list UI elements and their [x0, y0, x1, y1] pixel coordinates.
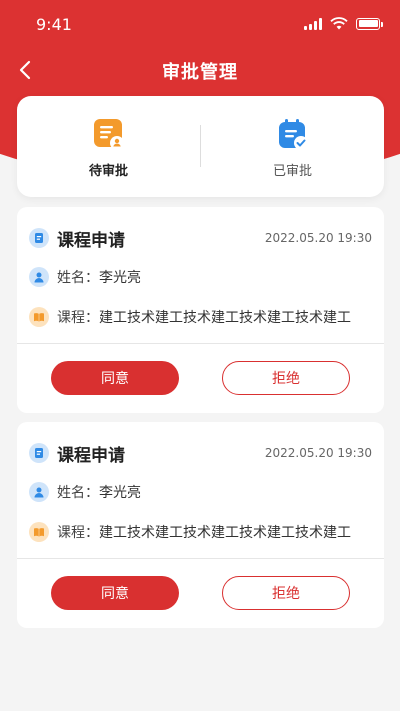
applicant-name: 李光亮 — [99, 270, 141, 286]
tab-pending-label: 待审批 — [88, 164, 128, 179]
application-datetime: 2022.05.20 19:30 — [264, 446, 372, 460]
applicant-field: 姓名：李光亮 — [57, 482, 141, 502]
wifi-icon — [330, 17, 348, 30]
course-name: 建工技术建工技术建工技术建工技术建工 — [99, 310, 351, 326]
tab-approved[interactable]: 已审批 — [201, 96, 384, 197]
course-label: 课程： — [57, 525, 99, 541]
card-header: 课程申请 2022.05.20 19:30 — [29, 227, 372, 251]
nav-bar: 审批管理 — [0, 48, 400, 92]
applicant-row: 姓名：李光亮 — [29, 266, 372, 288]
applicant-name: 李光亮 — [99, 485, 141, 501]
status-bar: 9:41 — [0, 0, 400, 48]
applicant-row: 姓名：李光亮 — [29, 481, 372, 503]
document-icon — [29, 443, 49, 463]
agree-button[interactable]: 同意 — [51, 576, 179, 610]
card-divider — [17, 558, 384, 559]
approved-icon — [278, 119, 308, 150]
application-title: 课程申请 — [57, 230, 125, 251]
application-card: 课程申请 2022.05.20 19:30 姓名：李光亮 课程：建工技术建工技术… — [17, 207, 384, 413]
course-row: 课程：建工技术建工技术建工技术建工技术建工 — [29, 521, 372, 543]
course-label: 课程： — [57, 310, 99, 326]
application-card: 课程申请 2022.05.20 19:30 姓名：李光亮 课程：建工技术建工技术… — [17, 422, 384, 628]
applicant-field: 姓名：李光亮 — [57, 267, 141, 287]
name-label: 姓名： — [57, 270, 99, 286]
application-title: 课程申请 — [57, 445, 125, 466]
user-icon — [29, 267, 49, 287]
agree-button[interactable]: 同意 — [51, 361, 179, 395]
tab-approved-label: 已审批 — [272, 164, 312, 179]
course-row: 课程：建工技术建工技术建工技术建工技术建工 — [29, 306, 372, 328]
book-icon — [29, 522, 49, 542]
pending-approval-icon — [93, 119, 124, 150]
name-label: 姓名： — [57, 485, 99, 501]
battery-icon — [356, 17, 383, 30]
reject-button[interactable]: 拒绝 — [222, 576, 350, 610]
course-name: 建工技术建工技术建工技术建工技术建工 — [99, 525, 351, 541]
reject-button[interactable]: 拒绝 — [222, 361, 350, 395]
card-header: 课程申请 2022.05.20 19:30 — [29, 442, 372, 466]
user-icon — [29, 482, 49, 502]
status-time: 9:41 — [36, 15, 72, 34]
book-icon — [29, 307, 49, 327]
document-icon — [29, 228, 49, 248]
status-icons — [304, 17, 383, 30]
card-divider — [17, 343, 384, 344]
application-datetime: 2022.05.20 19:30 — [264, 231, 372, 245]
course-field: 课程：建工技术建工技术建工技术建工技术建工 — [57, 307, 351, 327]
page-title: 审批管理 — [162, 62, 238, 83]
approval-tabs: 待审批 已审批 — [17, 96, 384, 197]
tab-pending[interactable]: 待审批 — [17, 96, 200, 197]
signal-icon — [304, 17, 322, 30]
course-field: 课程：建工技术建工技术建工技术建工技术建工 — [57, 522, 351, 542]
